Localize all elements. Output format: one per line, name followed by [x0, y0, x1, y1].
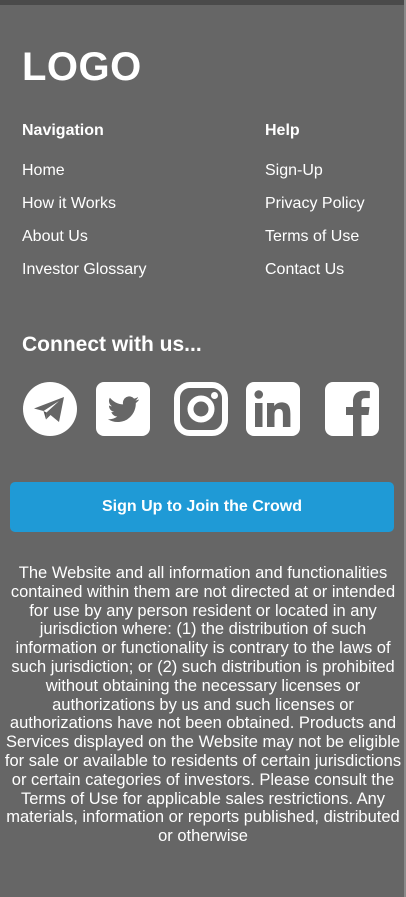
sign-up-cta-button[interactable]: Sign Up to Join the Crowd	[10, 482, 394, 532]
legal-disclaimer: The Website and all information and func…	[4, 564, 402, 846]
navigation-heading: Navigation	[22, 122, 104, 139]
social-icons	[22, 381, 382, 437]
help-link-terms-of-use[interactable]: Terms of Use	[265, 227, 365, 247]
linkedin-icon[interactable]	[245, 381, 301, 437]
help-heading: Help	[265, 122, 300, 139]
nav-link-home[interactable]: Home	[22, 161, 146, 181]
nav-link-how-it-works[interactable]: How it Works	[22, 194, 146, 214]
help-link-privacy-policy[interactable]: Privacy Policy	[265, 194, 365, 214]
top-strip	[0, 0, 406, 5]
nav-link-investor-glossary[interactable]: Investor Glossary	[22, 260, 146, 280]
twitter-icon[interactable]	[95, 381, 151, 437]
navigation-links: Home How it Works About Us Investor Glos…	[22, 161, 146, 280]
facebook-icon[interactable]	[324, 381, 380, 437]
telegram-icon[interactable]	[22, 381, 78, 437]
navigation-column: Navigation Home How it Works About Us In…	[22, 121, 146, 293]
help-link-sign-up[interactable]: Sign-Up	[265, 161, 365, 181]
help-column: Help Sign-Up Privacy Policy Terms of Use…	[265, 121, 365, 293]
site-logo[interactable]: LOGO	[22, 44, 142, 90]
help-link-contact-us[interactable]: Contact Us	[265, 260, 365, 280]
help-links: Sign-Up Privacy Policy Terms of Use Cont…	[265, 161, 365, 280]
nav-link-about-us[interactable]: About Us	[22, 227, 146, 247]
connect-heading: Connect with us...	[22, 333, 202, 356]
instagram-icon[interactable]	[173, 381, 229, 437]
